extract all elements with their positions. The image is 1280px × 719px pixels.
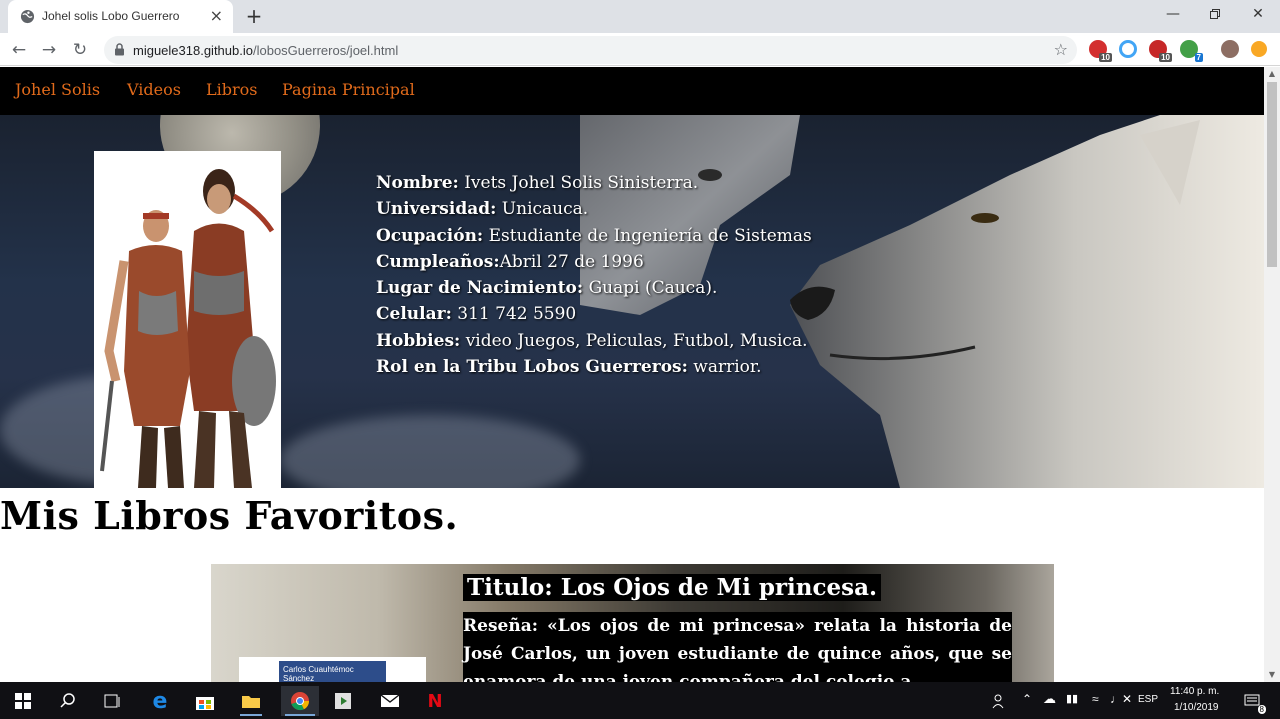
windows-start-icon[interactable] [8, 686, 38, 716]
site-navbar: Johel Solis Videos Libros Pagina Princip… [0, 67, 1264, 115]
update-alert-icon[interactable] [1251, 41, 1267, 57]
profile-row-cumpleanos: Cumpleaños:Abril 27 de 1996 [376, 251, 644, 272]
close-window-icon[interactable]: ✕ [1243, 4, 1273, 24]
clock-date[interactable]: 1/10/2019 [1174, 702, 1219, 713]
new-tab-button[interactable]: + [244, 4, 264, 28]
warriors-portrait-image [94, 151, 281, 488]
nav-link-videos[interactable]: Videos [127, 80, 181, 99]
profile-row-nombre: Nombre: Ivets Johel Solis Sinisterra. [376, 173, 699, 193]
media-player-icon[interactable] [328, 686, 358, 716]
profile-row-universidad: Universidad: Unicauca. [376, 199, 589, 220]
notification-count: 8 [1257, 705, 1266, 714]
battery-icon[interactable]: ▮▮ [1066, 692, 1078, 705]
profile-avatar[interactable] [1221, 40, 1239, 58]
minimize-window-icon[interactable]: — [1158, 4, 1188, 24]
maximize-window-icon[interactable] [1200, 4, 1230, 24]
forward-arrow-icon[interactable]: → [38, 39, 60, 61]
tab-close-icon[interactable]: × [210, 8, 223, 24]
profile-info: Nombre: Ivets Johel Solis Sinisterra. Un… [376, 170, 812, 380]
url-text: miguele318.github.io/lobosGuerreros/joel… [133, 43, 399, 58]
input-language[interactable]: ESP [1138, 694, 1158, 705]
profile-row-ocupacion: Ocupación: Estudiante de Ingeniería de S… [376, 225, 812, 246]
reload-icon[interactable]: ↻ [69, 39, 91, 61]
page-scrollbar[interactable]: ▲ ▼ [1264, 67, 1280, 682]
wifi-icon[interactable]: ≈ [1092, 692, 1099, 706]
scroll-thumb[interactable] [1267, 82, 1277, 267]
edge-browser-icon[interactable]: e [145, 686, 175, 716]
file-explorer-icon[interactable] [236, 686, 266, 716]
netflix-icon[interactable]: N [420, 686, 450, 716]
bookmark-star-icon[interactable]: ☆ [1054, 40, 1068, 59]
book-review: Reseña: «Los ojos de mi princesa» relata… [463, 612, 1012, 682]
lock-icon [115, 43, 124, 56]
browser-tab-strip: Johel solis Lobo Guerrero × + — ✕ [0, 0, 1280, 33]
sync-icon[interactable] [1119, 40, 1137, 58]
volume-muted-icon[interactable]: ♩✕ [1110, 692, 1132, 706]
browser-toolbar: ← → ↻ miguele318.github.io/lobosGuerrero… [0, 33, 1280, 66]
clock-time[interactable]: 11:40 p. m. [1170, 686, 1219, 697]
abp-icon[interactable]: 10 [1149, 40, 1172, 62]
adblock-icon[interactable]: 10 [1089, 40, 1112, 62]
mail-icon[interactable] [375, 686, 405, 716]
nav-link-libros[interactable]: Libros [206, 80, 257, 99]
book-cover-image: Carlos Cuauhtémoc Sánchez [239, 657, 426, 682]
store-icon[interactable] [190, 686, 220, 716]
tab-title: Johel solis Lobo Guerrero [42, 9, 180, 23]
onedrive-cloud-icon[interactable]: ☁ [1043, 691, 1056, 707]
book-card: Carlos Cuauhtémoc Sánchez Titulo: Los Oj… [211, 564, 1054, 682]
windows-taskbar: e N ⌃ ☁ ▮▮ ≈ ♩✕ ESP 11:40 p. m. 1/10/201… [0, 682, 1280, 719]
page-viewport: Johel Solis Videos Libros Pagina Princip… [0, 67, 1264, 682]
book-title: Titulo: Los Ojos de Mi princesa. [463, 574, 881, 601]
nav-link-johel-solis[interactable]: Johel Solis [15, 80, 100, 99]
browser-tab[interactable]: Johel solis Lobo Guerrero × [8, 0, 233, 33]
chrome-taskbar-icon[interactable] [281, 686, 319, 716]
cloud-decoration [280, 415, 580, 488]
search-icon[interactable] [53, 686, 83, 716]
profile-row-lugar-nacimiento: Lugar de Nacimiento: Guapi (Cauca). [376, 278, 718, 299]
profile-row-celular: Celular: 311 742 5590 [376, 304, 577, 325]
nav-link-pagina-principal[interactable]: Pagina Principal [282, 80, 415, 99]
address-bar[interactable]: miguele318.github.io/lobosGuerreros/joel… [104, 36, 1077, 64]
show-hidden-icons-chevron-icon[interactable]: ⌃ [1022, 692, 1032, 706]
scroll-down-arrow-icon[interactable]: ▼ [1264, 668, 1280, 682]
action-center-icon[interactable]: 8 [1238, 686, 1268, 716]
back-arrow-icon[interactable]: ← [8, 39, 30, 61]
scroll-up-arrow-icon[interactable]: ▲ [1264, 67, 1280, 81]
globe-icon [20, 9, 35, 24]
task-view-icon[interactable] [97, 686, 127, 716]
profile-row-rol: Rol en la Tribu Lobos Guerreros: warrior… [376, 357, 762, 378]
books-section-title: Mis Libros Favoritos. [0, 493, 459, 538]
hero-banner: Nombre: Ivets Johel Solis Sinisterra. Un… [0, 115, 1264, 488]
profile-row-hobbies: Hobbies: video Juegos, Peliculas, Futbol… [376, 330, 808, 351]
download-icon[interactable]: 7 [1180, 40, 1203, 62]
people-icon[interactable] [985, 686, 1015, 716]
